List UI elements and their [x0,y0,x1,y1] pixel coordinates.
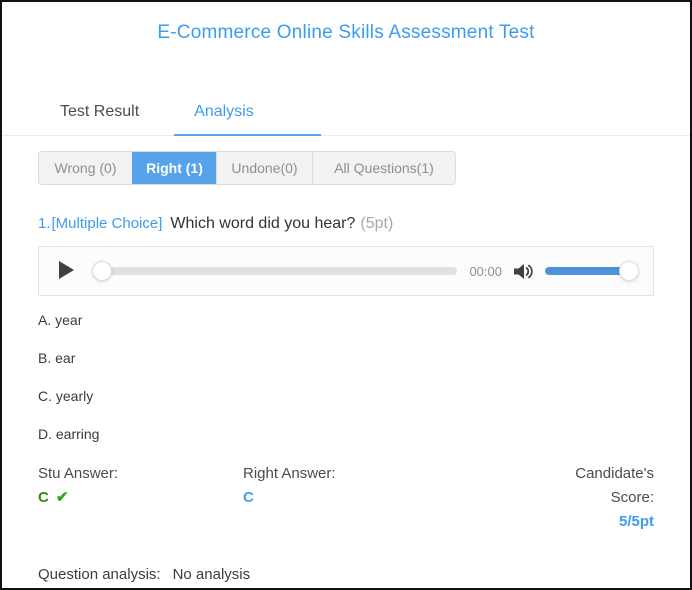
seek-track [92,267,457,275]
filter-wrong-button[interactable]: Wrong (0) [39,152,132,184]
candidate-score-block: Candidate's Score: 5/5pt [562,462,654,534]
stu-answer-block: Stu Answer: C✔ [38,462,243,534]
audio-player: 00:00 [38,246,654,296]
page-title: E-Commerce Online Skills Assessment Test [2,22,690,44]
option-a: A. year [38,310,654,330]
tab-test-result[interactable]: Test Result [40,103,159,135]
tab-analysis[interactable]: Analysis [174,103,321,136]
seek-handle[interactable] [92,261,112,281]
candidate-score-label: Candidate's Score: [562,462,654,510]
candidate-score-value: 5/5pt [562,510,654,534]
question-points: (5pt) [360,215,393,233]
right-answer-label: Right Answer: [243,462,562,486]
question-analysis-value: No analysis [173,566,251,583]
filter-right-button[interactable]: Right (1) [132,152,216,184]
question-type-tag: [Multiple Choice] [52,215,163,232]
option-c: C. yearly [38,386,654,406]
option-b: B. ear [38,348,654,368]
speaker-icon[interactable] [514,263,535,280]
stu-answer-value: C✔ [38,486,243,510]
question-header: 1. [Multiple Choice] Which word did you … [38,215,654,233]
assessment-page: E-Commerce Online Skills Assessment Test… [0,0,692,590]
question-text: Which word did you hear? [170,215,355,233]
volume-handle[interactable] [619,261,639,281]
right-answer-value: C [243,486,562,510]
seek-bar[interactable] [92,260,457,282]
question-analysis-row: Question analysis: No analysis [38,566,654,583]
question-number: 1. [38,215,51,232]
filter-all-questions-button[interactable]: All Questions(1) [312,152,455,184]
volume-slider[interactable] [545,260,637,282]
right-answer-block: Right Answer: C [243,462,562,534]
play-icon [59,261,74,282]
current-time: 00:00 [469,264,502,279]
correct-check-icon: ✔ [56,489,69,506]
options-list: A. year B. ear C. yearly D. earring [38,310,654,444]
question-analysis-label: Question analysis: [38,566,161,583]
option-d: D. earring [38,424,654,444]
tab-bar: Test Result Analysis [2,103,690,136]
filter-undone-button[interactable]: Undone(0) [216,152,312,184]
analysis-panel: Wrong (0) Right (1) Undone(0) All Questi… [2,136,690,583]
question-filter-group: Wrong (0) Right (1) Undone(0) All Questi… [38,151,456,185]
answers-section: Stu Answer: C✔ Right Answer: C Candidate… [38,462,654,534]
stu-answer-label: Stu Answer: [38,462,243,486]
play-button[interactable] [59,261,74,282]
